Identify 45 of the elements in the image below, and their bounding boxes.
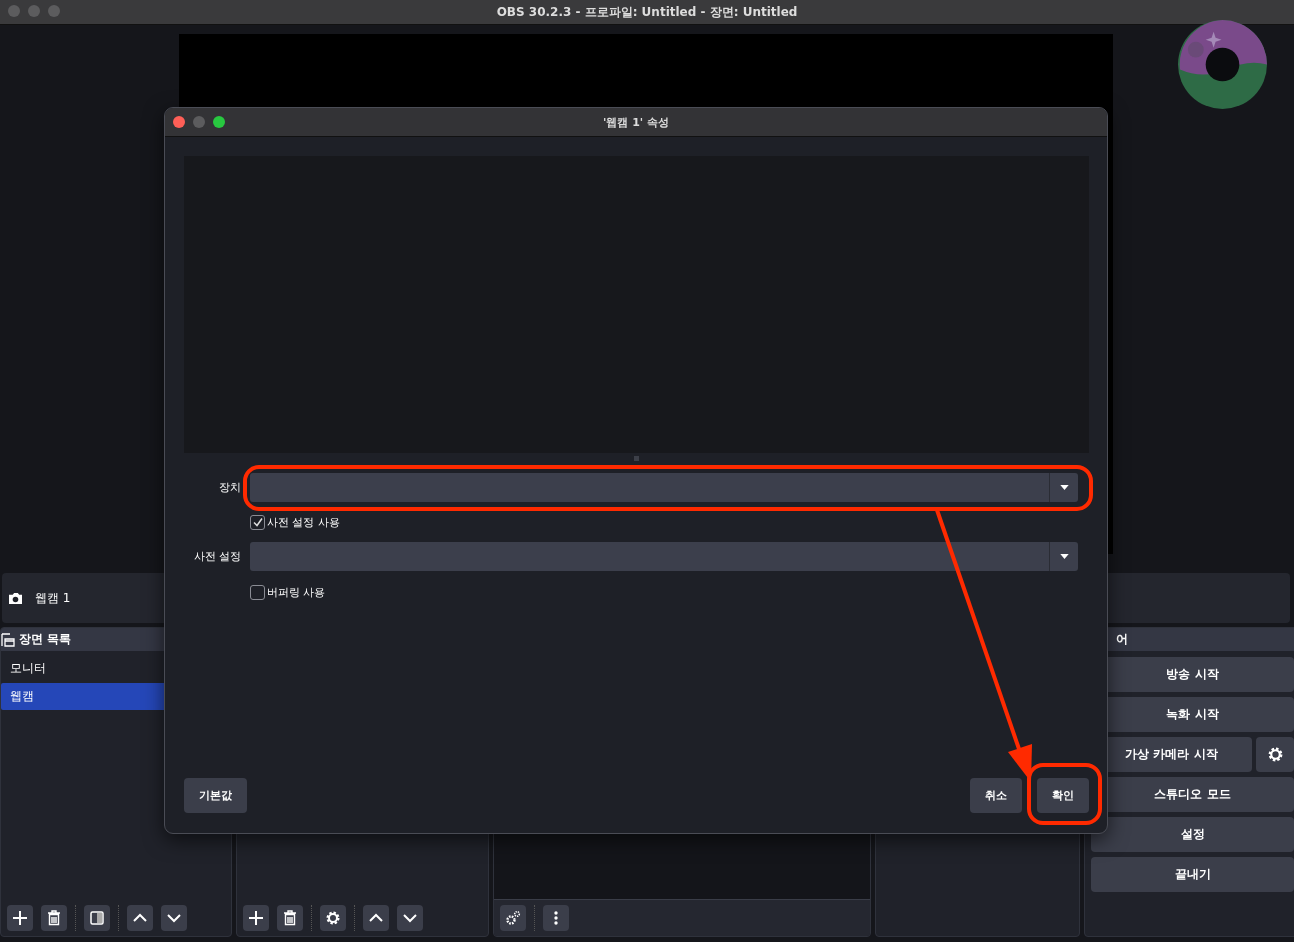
more-menu-button[interactable] (543, 905, 569, 931)
close-button[interactable] (173, 116, 185, 128)
window-title: OBS 30.2.3 - 프로파일: Untitled - 장면: Untitled (496, 3, 798, 21)
trash-icon (46, 910, 62, 926)
add-button[interactable] (243, 905, 269, 931)
caret-icon (1059, 485, 1069, 490)
settings-button[interactable] (1256, 737, 1294, 772)
source-name: 웹캠 1 (35, 589, 71, 607)
checkbox[interactable] (250, 584, 265, 600)
gears-icon (505, 910, 521, 926)
move-down-button[interactable] (397, 905, 423, 931)
field-label: 장치 (218, 480, 241, 495)
checkbox[interactable] (250, 514, 265, 530)
move-up-button[interactable] (363, 905, 389, 931)
filter-button[interactable] (84, 905, 110, 931)
settings-icon (1266, 746, 1284, 763)
plus-icon (12, 910, 28, 926)
checkbox-label: 사전 설정 사용 (267, 514, 340, 530)
splitter-handle[interactable] (634, 456, 639, 461)
trash-icon (282, 910, 298, 926)
dropdown-field[interactable] (250, 473, 1078, 502)
control-button[interactable]: 설정 (1091, 817, 1294, 852)
settings-icon (325, 910, 341, 926)
dialog-button[interactable]: 확인 (1037, 778, 1089, 813)
dialog-title: '웹캠 1' 속성 (602, 114, 670, 130)
add-button[interactable] (7, 905, 33, 931)
panel-title: 장면 목록 (19, 631, 72, 648)
control-button[interactable]: 끝내기 (1091, 857, 1294, 892)
zoom-button[interactable] (213, 116, 225, 128)
delete-button[interactable] (41, 905, 67, 931)
field-label: 사전 설정 (192, 549, 241, 564)
settings-button[interactable] (320, 905, 346, 931)
plus-icon (248, 910, 264, 926)
checkbox-label: 버퍼링 사용 (267, 584, 326, 600)
panel-title: 어 (1116, 631, 1128, 648)
filter-icon (89, 910, 105, 926)
defaults-button[interactable]: 기본값 (184, 778, 247, 813)
scene-icon (1, 632, 15, 647)
advanced-settings-button[interactable] (500, 905, 526, 931)
delete-button[interactable] (277, 905, 303, 931)
camera-icon (8, 591, 23, 605)
dropdown-field[interactable] (250, 542, 1078, 571)
move-up-button[interactable] (127, 905, 153, 931)
move-down-button[interactable] (161, 905, 187, 931)
dialog-button[interactable]: 취소 (970, 778, 1022, 813)
